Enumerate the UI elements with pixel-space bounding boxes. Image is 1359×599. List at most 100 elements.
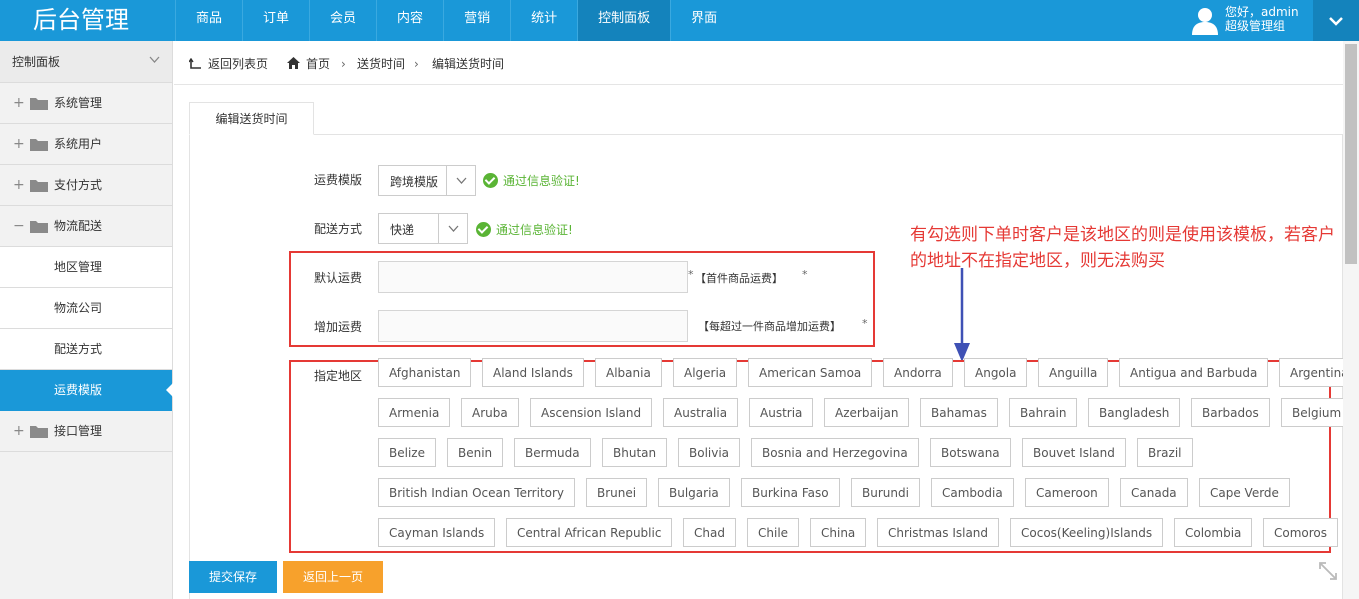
region-tag[interactable]: Bouvet Island [1022,438,1126,467]
sidebar-item[interactable]: 配送方式 [0,329,172,370]
sidebar-item[interactable]: + 支付方式 [0,165,172,206]
sidebar-item[interactable]: + 系统管理 [0,83,172,124]
expand-icon[interactable]: + [13,165,25,206]
region-tag[interactable]: Cameroon [1025,478,1109,507]
tab-edit-delivery-time[interactable]: 编辑送货时间 [189,102,314,135]
region-tag[interactable]: China [810,518,867,547]
region-tag[interactable]: Bulgaria [658,478,730,507]
user-greeting: 您好，admin [1225,5,1299,19]
folder-icon [30,180,48,192]
region-tag[interactable]: Brunei [586,478,648,507]
template-select[interactable]: 跨境模版 [378,165,476,196]
region-tag[interactable]: Ascension Island [530,398,653,427]
region-tag[interactable]: Comoros [1263,518,1339,547]
nav-item[interactable]: 内容 [376,0,443,41]
region-tag[interactable]: Cocos(Keeling)Islands [1010,518,1164,547]
region-tag[interactable]: Central African Republic [506,518,673,547]
sidebar-item[interactable]: 物流公司 [0,288,172,329]
folder-icon [30,139,48,151]
region-tag[interactable]: Anguilla [1038,358,1109,387]
nav-item[interactable]: 商品 [175,0,242,41]
breadcrumb: 返回列表页 首页 › 送货时间 › 编辑送货时间 [174,41,1343,85]
region-tag[interactable]: Burundi [851,478,920,507]
region-tag[interactable]: Bolivia [678,438,741,467]
region-tag[interactable]: Belgium [1281,398,1353,427]
region-tag[interactable]: Angola [964,358,1028,387]
sidebar-header[interactable]: 控制面板 [0,41,172,83]
region-tag[interactable]: Bangladesh [1088,398,1181,427]
expand-icon[interactable]: + [13,124,25,165]
sidebar-header-label: 控制面板 [12,55,61,69]
region-tag[interactable]: Barbados [1191,398,1270,427]
region-tag[interactable]: Belize [378,438,436,467]
breadcrumb-home[interactable]: 首页 [306,41,330,87]
check-circle-icon [483,173,498,188]
region-tag[interactable]: Cambodia [931,478,1014,507]
region-tag[interactable]: Antigua and Barbuda [1119,358,1269,387]
region-tag[interactable]: Australia [663,398,739,427]
region-tag[interactable]: Botswana [930,438,1011,467]
region-tag[interactable]: Albania [595,358,662,387]
sidebar-item[interactable]: + 接口管理 [0,411,172,452]
user-menu-toggle[interactable] [1313,0,1359,41]
region-tag[interactable]: Aruba [461,398,519,427]
region-tag[interactable]: Burkina Faso [741,478,840,507]
submit-save-button[interactable]: 提交保存 [189,561,277,593]
region-tag[interactable]: Chad [683,518,736,547]
region-tag[interactable]: Benin [447,438,504,467]
sidebar-item[interactable]: 运费模版 [0,370,173,411]
expand-icon[interactable]: + [13,83,25,124]
nav-item[interactable]: 营销 [443,0,510,41]
app-title: 后台管理 [33,6,129,34]
region-tag[interactable]: American Samoa [748,358,873,387]
region-tag[interactable]: Bermuda [514,438,591,467]
region-tag[interactable]: Austria [749,398,814,427]
back-button[interactable]: 返回上一页 [283,561,383,593]
nav-item[interactable]: 控制面板 [577,0,671,41]
region-tag[interactable]: Algeria [673,358,738,387]
region-tag[interactable]: Canada [1120,478,1188,507]
region-tag[interactable]: Bahrain [1009,398,1078,427]
nav-item[interactable]: 界面 [670,0,737,41]
sidebar-item-label: 运费模版 [54,383,103,397]
nav-item[interactable]: 订单 [242,0,309,41]
breadcrumb-section[interactable]: 送货时间 [357,41,405,87]
template-select-value: 跨境模版 [390,175,439,189]
region-tag[interactable]: Andorra [883,358,953,387]
sidebar-item[interactable]: − 物流配送 [0,206,172,247]
region-tag[interactable]: Azerbaijan [824,398,910,427]
region-tag[interactable]: Bahamas [920,398,998,427]
expand-icon[interactable]: + [13,411,25,452]
region-tag[interactable]: Brazil [1137,438,1193,467]
sidebar-item-label: 物流公司 [54,301,103,315]
extra-fee-label: 增加运费 [314,320,363,334]
region-tag[interactable]: Christmas Island [877,518,1000,547]
region-tag[interactable]: Aland Islands [482,358,584,387]
sidebar-item-label: 支付方式 [54,178,103,192]
region-tag[interactable]: Cayman Islands [378,518,496,547]
back-arrow-icon [189,58,201,69]
shipping-select-value: 快递 [390,223,415,237]
nav-item[interactable]: 会员 [309,0,376,41]
sidebar-item[interactable]: + 系统用户 [0,124,172,165]
shipping-valid-text: 通过信息验证! [496,223,573,237]
resize-icon[interactable] [1318,561,1338,581]
nav-item[interactable]: 统计 [510,0,577,41]
user-info[interactable]: 您好，admin 超级管理组 [1188,0,1312,41]
region-tag[interactable]: Chile [747,518,800,547]
region-tag[interactable]: Colombia [1174,518,1253,547]
default-fee-input[interactable] [378,261,688,293]
extra-fee-input[interactable] [378,310,688,342]
region-tag[interactable]: Cape Verde [1199,478,1290,507]
sidebar-item[interactable]: 地区管理 [0,247,172,288]
shipping-select[interactable]: 快递 [378,213,468,244]
region-tag[interactable]: Bosnia and Herzegovina [751,438,919,467]
scrollbar-thumb[interactable] [1345,44,1357,264]
region-tag[interactable]: Armenia [378,398,451,427]
back-to-list-link[interactable]: 返回列表页 [208,41,268,87]
region-tag[interactable]: British Indian Ocean Territory [378,478,576,507]
region-tag[interactable]: Afghanistan [378,358,472,387]
region-tag[interactable]: Bhutan [602,438,668,467]
collapse-icon[interactable]: − [13,206,25,247]
regions-label: 指定地区 [314,369,363,383]
